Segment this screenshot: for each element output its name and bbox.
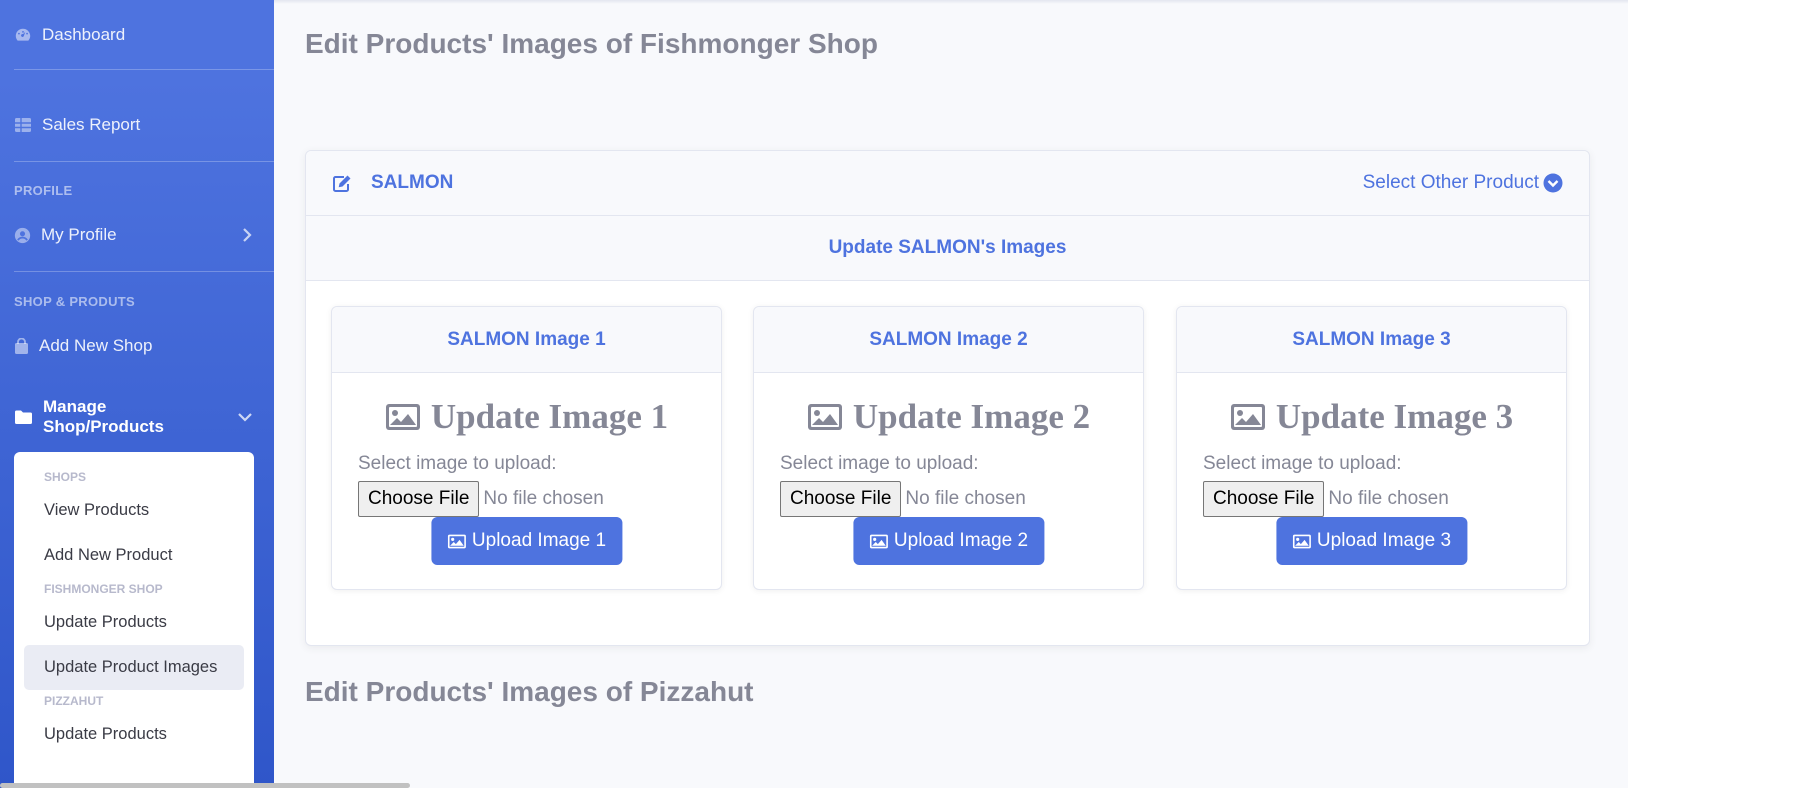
upload-label: Upload Image 1 <box>471 530 607 551</box>
update-image-heading: Update Image 1 <box>332 397 721 437</box>
select-other-label: Select Other Product <box>1362 172 1539 193</box>
image-icon <box>447 534 466 548</box>
submenu-item-update-products-pizzahut[interactable]: Update Products <box>14 712 254 757</box>
update-image-title: Update Image 1 <box>430 397 669 436</box>
select-image-label: Select image to upload: <box>1203 453 1402 474</box>
sidebar-item-label: Sales Report <box>42 115 141 134</box>
image-icon <box>1230 404 1265 430</box>
dashboard-icon <box>15 28 31 41</box>
file-input: Choose File No file chosen <box>358 481 604 517</box>
sidebar-divider <box>14 161 274 162</box>
image-card-3: SALMON Image 3 Update Image 3 Select ima… <box>1176 306 1567 590</box>
page-title: Edit Products' Images of Fishmonger Shop <box>305 28 878 59</box>
shopping-bag-icon <box>15 337 28 354</box>
update-image-heading: Update Image 3 <box>1177 397 1566 437</box>
file-status: No file chosen <box>1328 488 1449 509</box>
choose-file-button[interactable]: Choose File <box>1203 481 1325 517</box>
submenu-header-fishmonger: FISHMONGER SHOP <box>44 582 163 596</box>
file-input: Choose File No file chosen <box>1203 481 1449 517</box>
sidebar-divider <box>14 271 274 272</box>
sidebar-divider <box>14 69 274 70</box>
sidebar-item-label: Manage Shop/Products <box>43 397 164 436</box>
upload-image-button[interactable]: Upload Image 3 <box>1275 517 1468 565</box>
update-image-title: Update Image 2 <box>852 397 1091 436</box>
blank-area <box>1628 0 1800 788</box>
image-icon <box>1292 534 1311 548</box>
file-input: Choose File No file chosen <box>780 481 1026 517</box>
table-icon <box>15 118 31 132</box>
sidebar: Dashboard Sales Report PROFILE My Profil… <box>0 0 274 788</box>
image-card-body: Update Image 3 Select image to upload: C… <box>1177 373 1566 590</box>
submenu-item-add-new-product[interactable]: Add New Product <box>14 533 254 578</box>
topbar-shadow <box>274 0 1628 4</box>
file-status: No file chosen <box>483 488 604 509</box>
image-icon <box>807 404 842 430</box>
sidebar-item-add-new-shop[interactable]: Add New Shop <box>0 326 274 366</box>
submenu-item-update-product-images[interactable]: Update Product Images <box>24 645 244 690</box>
sidebar-item-label: Add New Shop <box>39 336 153 355</box>
card-sub-header: Update SALMON's Images <box>306 216 1589 281</box>
image-card-2: SALMON Image 2 Update Image 2 Select ima… <box>753 306 1144 590</box>
submenu-item-view-products[interactable]: View Products <box>14 488 254 533</box>
sidebar-heading-shop: SHOP & PRODUTS <box>14 294 135 309</box>
update-image-heading: Update Image 2 <box>754 397 1143 437</box>
select-image-label: Select image to upload: <box>358 453 557 474</box>
chevron-circle-down-icon <box>1543 173 1563 193</box>
sidebar-heading-profile: PROFILE <box>14 183 73 198</box>
image-card-header: SALMON Image 3 <box>1177 307 1566 373</box>
file-status: No file chosen <box>905 488 1026 509</box>
image-card-body: Update Image 2 Select image to upload: C… <box>754 373 1143 590</box>
card-title: SALMON <box>332 172 453 194</box>
main-content: Edit Products' Images of Fishmonger Shop… <box>274 0 1628 788</box>
product-name: SALMON <box>371 172 454 193</box>
update-image-title: Update Image 3 <box>1275 397 1514 436</box>
card-header: SALMON Select Other Product <box>306 151 1589 216</box>
chevron-down-icon <box>238 413 252 422</box>
horizontal-scrollbar[interactable] <box>0 783 410 788</box>
folder-icon <box>15 410 32 424</box>
submenu-header-shops: SHOPS <box>44 470 87 484</box>
sidebar-item-sales-report[interactable]: Sales Report <box>0 105 274 145</box>
select-image-label: Select image to upload: <box>780 453 979 474</box>
image-card-body: Update Image 1 Select image to upload: C… <box>332 373 721 590</box>
image-card-header: SALMON Image 2 <box>754 307 1143 373</box>
sidebar-item-manage-shop-products[interactable]: Manage Shop/Products <box>0 397 274 437</box>
product-images-card: SALMON Select Other Product Update SALMO… <box>305 150 1590 646</box>
sidebar-item-my-profile[interactable]: My Profile <box>0 215 274 255</box>
select-other-product-dropdown[interactable]: Select Other Product <box>1363 172 1563 194</box>
image-card-header: SALMON Image 1 <box>332 307 721 373</box>
chevron-right-icon <box>243 228 252 242</box>
submenu-item-update-products[interactable]: Update Products <box>14 600 254 645</box>
sidebar-item-label: My Profile <box>41 225 117 244</box>
upload-image-button[interactable]: Upload Image 1 <box>430 517 623 565</box>
upload-label: Upload Image 2 <box>893 530 1029 551</box>
image-icon <box>385 404 420 430</box>
upload-image-button[interactable]: Upload Image 2 <box>852 517 1045 565</box>
choose-file-button[interactable]: Choose File <box>358 481 480 517</box>
image-card-1: SALMON Image 1 Update Image 1 Select ima… <box>331 306 722 590</box>
upload-label: Upload Image 3 <box>1316 530 1452 551</box>
submenu-panel: SHOPS View Products Add New Product FISH… <box>14 452 254 788</box>
image-icon <box>869 534 888 548</box>
sidebar-item-label: Dashboard <box>42 25 126 44</box>
user-circle-icon <box>14 227 31 243</box>
page-title-pizzahut: Edit Products' Images of Pizzahut <box>305 676 754 707</box>
sidebar-item-dashboard[interactable]: Dashboard <box>0 15 274 55</box>
submenu-header-pizzahut: PIZZAHUT <box>44 694 104 708</box>
edit-icon <box>333 175 351 192</box>
choose-file-button[interactable]: Choose File <box>780 481 902 517</box>
